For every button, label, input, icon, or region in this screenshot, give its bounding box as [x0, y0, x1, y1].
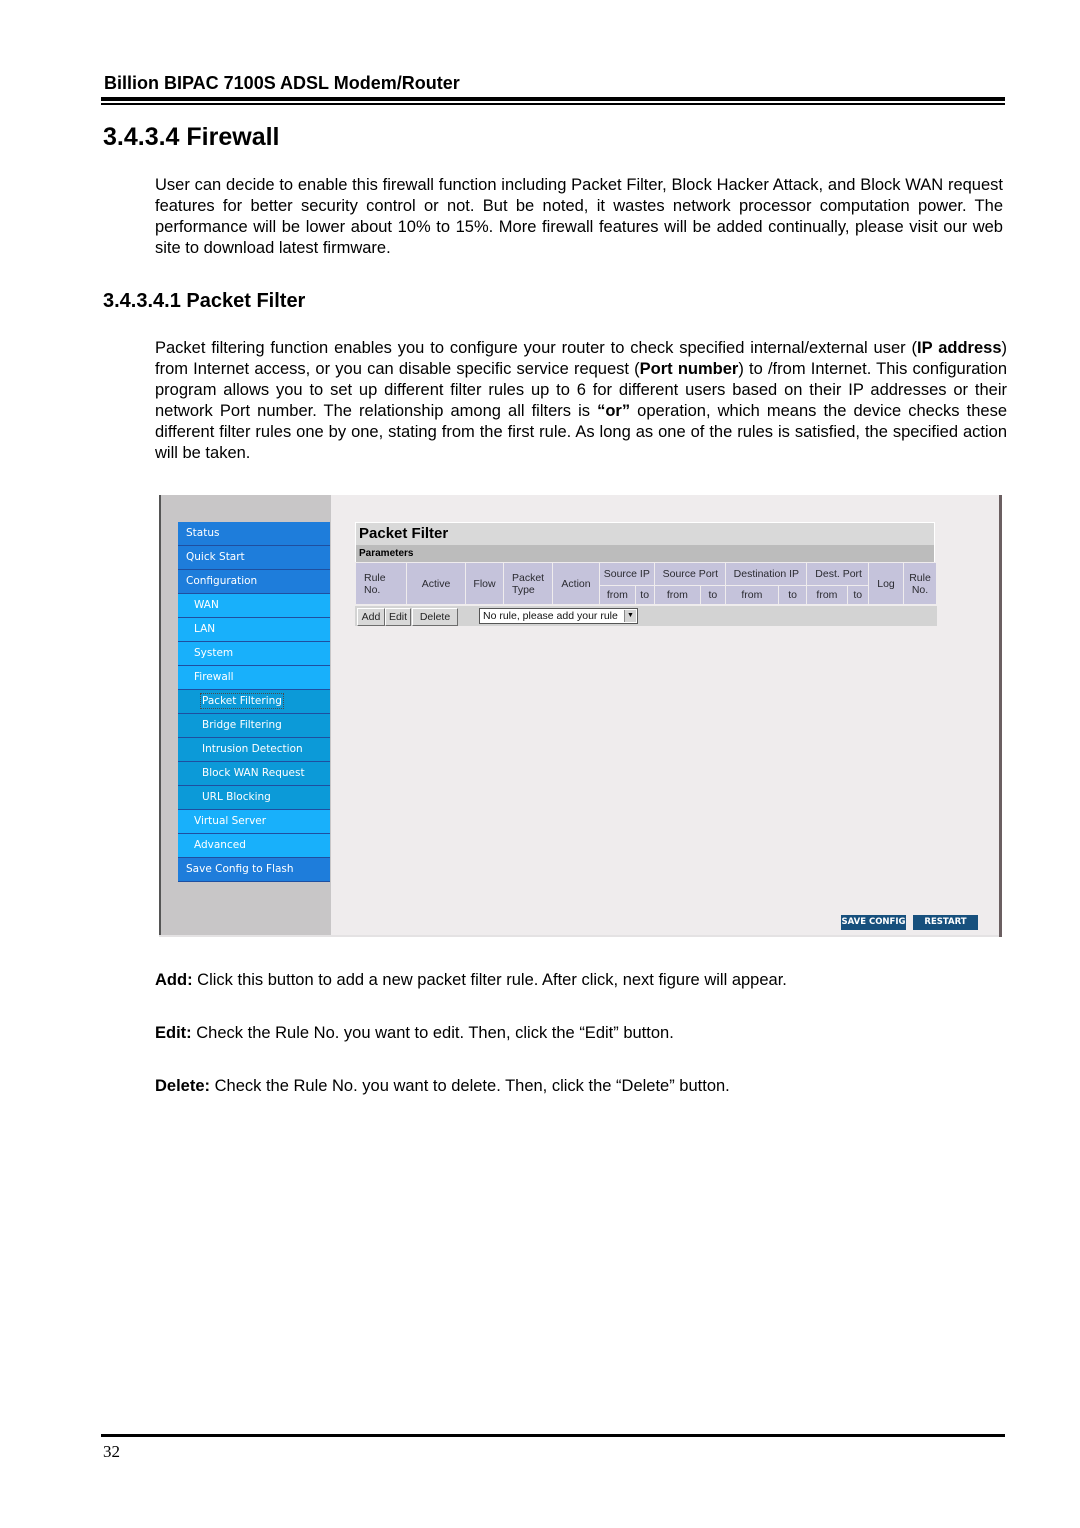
desc-delete: Delete: Check the Rule No. you want to d…: [155, 1077, 730, 1096]
nav-item-intrusion-detection[interactable]: Intrusion Detection: [178, 738, 330, 762]
section-title: 3.4.3.4 Firewall: [103, 123, 280, 151]
packet-filter-panel: Packet Filter Parameters Rule No. Active…: [355, 522, 937, 626]
nav-item-label: Configuration: [186, 575, 258, 587]
nav-item-configuration[interactable]: Configuration: [178, 570, 330, 594]
col-destination-ip: Destination IP: [724, 562, 808, 586]
nav-item-label: WAN: [194, 599, 219, 611]
delete-button[interactable]: Delete: [412, 608, 458, 626]
col-rule-no: Rule No.: [355, 562, 407, 605]
router-nav-menu: Status Quick Start Configuration WAN LAN Syst…: [178, 522, 330, 882]
edit-button[interactable]: Edit: [385, 608, 411, 626]
col-packet-type: Packet Type: [503, 562, 553, 605]
col-active: Active: [406, 562, 466, 605]
desc-text: Check the Rule No. you want to edit. The…: [191, 1024, 674, 1042]
nav-item-save-config-to-flash[interactable]: Save Config to Flash: [178, 858, 330, 882]
nav-item-bridge-filtering[interactable]: Bridge Filtering: [178, 714, 330, 738]
col-source-port: Source Port: [653, 562, 726, 586]
nav-item-label: Advanced: [194, 839, 246, 851]
nav-item-label: Bridge Filtering: [202, 719, 282, 731]
nav-item-packet-filtering[interactable]: Packet Filtering: [178, 690, 330, 714]
col-dest-ip-to: to: [777, 585, 808, 605]
subsection-title: 3.4.3.4.1 Packet Filter: [103, 290, 306, 312]
para-text: Packet filtering function enables you to…: [155, 339, 918, 357]
col-dest-port-from: from: [806, 585, 848, 605]
nav-item-lan[interactable]: LAN: [178, 618, 330, 642]
save-config-button[interactable]: SAVE CONFIG: [841, 915, 906, 930]
nav-item-url-blocking[interactable]: URL Blocking: [178, 786, 330, 810]
nav-item-quick-start[interactable]: Quick Start: [178, 546, 330, 570]
nav-item-virtual-server[interactable]: Virtual Server: [178, 810, 330, 834]
desc-edit: Edit: Check the Rule No. you want to edi…: [155, 1024, 674, 1043]
subsection-paragraph: Packet filtering function enables you to…: [155, 338, 1007, 464]
col-dest-ip-from: from: [724, 585, 780, 605]
chevron-down-icon[interactable]: ▼: [624, 610, 636, 622]
nav-item-label: Block WAN Request: [202, 767, 305, 779]
nav-item-label: Firewall: [194, 671, 234, 683]
col-rule-no-right: Rule No.: [903, 562, 937, 605]
desc-term: Add:: [155, 971, 193, 989]
col-dest-port: Dest. Port: [806, 562, 869, 586]
nav-item-advanced[interactable]: Advanced: [178, 834, 330, 858]
add-button[interactable]: Add: [357, 608, 385, 626]
col-dest-port-to: to: [846, 585, 870, 605]
section-paragraph: User can decide to enable this firewall …: [155, 176, 1003, 257]
col-source-ip: Source IP: [599, 562, 655, 586]
col-source-port-to: to: [700, 585, 726, 605]
nav-item-label: Virtual Server: [194, 815, 267, 827]
rule-select[interactable]: No rule, please add your rule ▼: [479, 608, 638, 624]
nav-item-system[interactable]: System: [178, 642, 330, 666]
para-bold-ip: IP address: [917, 339, 1002, 357]
desc-term: Delete:: [155, 1077, 211, 1095]
nav-item-firewall[interactable]: Firewall: [178, 666, 330, 690]
control-row: Add Edit Delete No rule, please add your…: [355, 606, 937, 626]
nav-item-status[interactable]: Status: [178, 522, 330, 546]
desc-text: Check the Rule No. you want to delete. T…: [210, 1077, 730, 1095]
nav-item-label: System: [194, 647, 234, 659]
nav-item-label: Status: [186, 527, 220, 539]
filter-table: Rule No. Active Flow Packet Type Action …: [355, 562, 937, 605]
col-action: Action: [552, 562, 600, 605]
nav-item-wan[interactable]: WAN: [178, 594, 330, 618]
nav-item-label: Intrusion Detection: [202, 743, 303, 755]
para-bold-or: “or”: [597, 402, 631, 420]
nav-item-label: LAN: [194, 623, 216, 635]
nav-item-label: Save Config to Flash: [186, 863, 294, 875]
col-log: Log: [868, 562, 904, 605]
router-sidebar: Status Quick Start Configuration WAN LAN Syst…: [159, 495, 331, 935]
para-bold-port: Port number: [639, 360, 739, 378]
nav-item-block-wan-request[interactable]: Block WAN Request: [178, 762, 330, 786]
header-rule-thick: [101, 97, 1005, 101]
page-number: 32: [103, 1442, 120, 1461]
nav-item-label: URL Blocking: [202, 791, 271, 803]
nav-item-label: Quick Start: [186, 551, 245, 563]
col-source-ip-to: to: [634, 585, 655, 605]
restart-button[interactable]: RESTART: [913, 915, 978, 930]
router-screenshot: Status Quick Start Configuration WAN LAN Syst…: [159, 495, 1002, 937]
rule-select-value: No rule, please add your rule: [483, 610, 618, 622]
desc-add: Add: Click this button to add a new pack…: [155, 971, 787, 990]
panel-title: Packet Filter: [355, 522, 935, 545]
col-source-port-from: from: [653, 585, 702, 605]
desc-text: Click this button to add a new packet fi…: [192, 971, 787, 989]
running-header: Billion BIPAC 7100S ADSL Modem/Router: [104, 73, 460, 93]
header-rule-thin: [101, 103, 1005, 105]
footer-rule: [101, 1434, 1005, 1437]
col-source-ip-from: from: [599, 585, 636, 605]
nav-item-label: Packet Filtering: [200, 693, 284, 709]
desc-term: Edit:: [155, 1024, 192, 1042]
col-flow: Flow: [465, 562, 504, 605]
panel-subtitle: Parameters: [355, 545, 935, 562]
